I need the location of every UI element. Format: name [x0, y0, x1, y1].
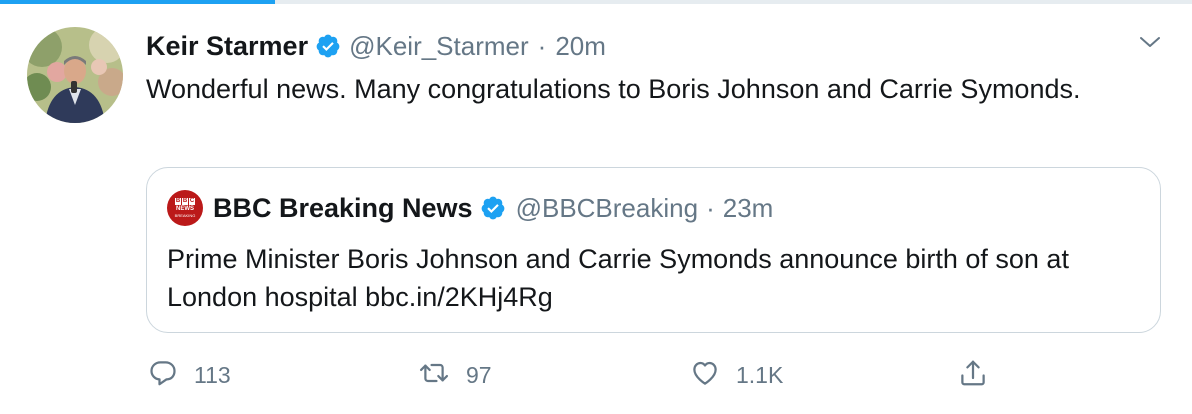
- like-count: 1.1K: [736, 361, 784, 388]
- like-button[interactable]: 1.1K: [690, 355, 783, 395]
- loading-progress-fill: [0, 0, 275, 4]
- bbc-logo-news-text: NEWS: [176, 206, 194, 212]
- chevron-down-icon[interactable]: [1138, 32, 1162, 52]
- quoted-author-name: BBC Breaking News: [213, 192, 473, 223]
- heart-icon: [690, 358, 720, 393]
- author-name[interactable]: Keir Starmer: [146, 31, 308, 62]
- verified-badge-icon: [480, 195, 506, 221]
- avatar[interactable]: [27, 27, 123, 123]
- quoted-author-handle: @BBCBreaking: [515, 192, 699, 223]
- reply-icon: [148, 358, 178, 393]
- tweet-header: Keir Starmer @Keir_Starmer · 20m: [146, 26, 606, 66]
- verified-badge-icon: [315, 33, 341, 59]
- retweet-count: 97: [466, 361, 492, 388]
- bbc-logo-breaking-text: BREAKING: [174, 213, 196, 218]
- bbc-logo-block-1: B: [175, 198, 181, 205]
- separator-dot: ·: [537, 30, 547, 61]
- tweet-text: Wonderful news. Many congratulations to …: [146, 74, 1081, 104]
- share-button[interactable]: [958, 355, 988, 395]
- quoted-tweet-text: Prime Minister Boris Johnson and Carrie …: [167, 244, 1069, 312]
- bbc-logo-block-3: C: [189, 198, 195, 205]
- share-icon: [958, 358, 988, 393]
- reply-count: 113: [194, 361, 231, 388]
- quoted-tweet-timestamp: 23m: [722, 192, 774, 223]
- bbc-logo-block-2: B: [182, 198, 188, 205]
- separator-dot: ·: [706, 192, 715, 223]
- quoted-tweet-card[interactable]: B B C NEWS BREAKING BBC Breaking News @B…: [146, 167, 1161, 333]
- quoted-tweet-header: B B C NEWS BREAKING BBC Breaking News @B…: [167, 190, 773, 226]
- author-handle[interactable]: @Keir_Starmer: [349, 31, 529, 62]
- tweet-actions: 113 97 1.1K: [146, 355, 1046, 395]
- loading-progress-bar: [0, 0, 1192, 4]
- retweet-icon: [418, 358, 450, 393]
- bbc-news-logo: B B C NEWS BREAKING: [167, 190, 203, 226]
- reply-button[interactable]: 113: [148, 355, 231, 395]
- retweet-button[interactable]: 97: [418, 355, 492, 395]
- tweet-timestamp[interactable]: 20m: [555, 31, 606, 62]
